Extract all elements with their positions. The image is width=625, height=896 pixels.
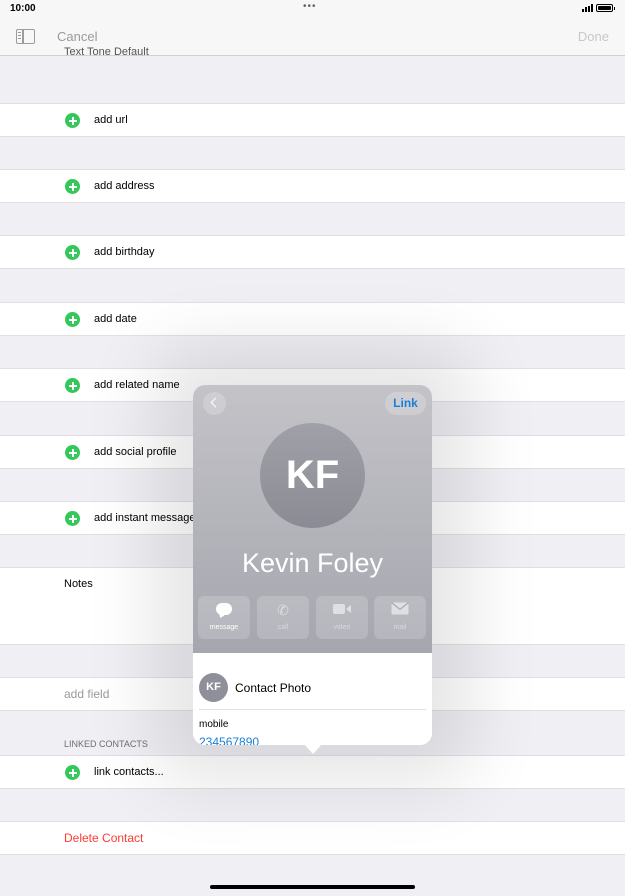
video-icon [316, 602, 368, 618]
mail-label: mail [393, 624, 407, 631]
add-instant-message-label: add instant message [94, 512, 196, 524]
mail-button[interactable]: mail [374, 596, 426, 639]
add-url-row[interactable]: add url [0, 103, 625, 137]
contact-card-popover: Link KF Kevin Foley message ✆ call video… [193, 385, 432, 745]
contact-photo-label: Contact Photo [235, 681, 312, 695]
add-related-name-label: add related name [94, 379, 180, 391]
delete-contact-button[interactable]: Delete Contact [64, 831, 143, 845]
home-indicator[interactable] [210, 885, 415, 889]
text-tone-row-partial[interactable]: Text Tone Default [64, 46, 149, 58]
link-contacts-label: link contacts... [94, 766, 164, 778]
add-address-label: add address [94, 180, 155, 192]
small-avatar: KF [199, 673, 228, 702]
message-icon [198, 602, 250, 618]
chevron-left-icon[interactable] [203, 392, 226, 415]
add-address-row[interactable]: add address [0, 169, 625, 203]
phone-icon: ✆ [277, 602, 289, 618]
add-social-profile-label: add social profile [94, 446, 177, 458]
delete-contact-row[interactable]: Delete Contact [0, 821, 625, 855]
notes-label: Notes [64, 578, 93, 590]
done-button[interactable]: Done [578, 29, 609, 44]
status-bar: 10:00 ••• [0, 0, 625, 18]
contact-photo-row[interactable]: KF Contact Photo [199, 672, 426, 710]
multitasking-dots[interactable]: ••• [303, 1, 317, 12]
status-indicators [582, 4, 615, 12]
contact-card-header: Link KF Kevin Foley message ✆ call video… [193, 385, 432, 653]
link-contacts-row[interactable]: link contacts... [0, 755, 625, 789]
add-field-label: add field [64, 687, 110, 701]
popover-arrow [304, 744, 322, 754]
add-icon[interactable] [65, 765, 80, 780]
add-icon[interactable] [65, 113, 80, 128]
phone-number-link[interactable]: 234567890 [199, 735, 259, 745]
contact-avatar: KF [260, 423, 365, 528]
video-label: video [333, 624, 351, 631]
battery-icon [596, 4, 615, 12]
mail-icon [374, 602, 426, 618]
message-button[interactable]: message [198, 596, 250, 639]
phone-type-label: mobile [199, 719, 229, 730]
contact-name: Kevin Foley [241, 548, 384, 578]
message-label: message [209, 624, 239, 631]
add-icon[interactable] [65, 445, 80, 460]
link-button[interactable]: Link [385, 392, 426, 415]
add-date-row[interactable]: add date [0, 302, 625, 336]
cancel-button[interactable]: Cancel [57, 29, 97, 44]
add-icon[interactable] [65, 179, 80, 194]
signal-icon [582, 4, 593, 12]
add-url-label: add url [94, 114, 128, 126]
add-icon[interactable] [65, 378, 80, 393]
call-label: call [277, 624, 289, 631]
add-date-label: add date [94, 313, 137, 325]
add-birthday-label: add birthday [94, 246, 155, 258]
video-button[interactable]: video [316, 596, 368, 639]
add-icon[interactable] [65, 511, 80, 526]
call-button[interactable]: ✆ call [257, 596, 309, 639]
add-icon[interactable] [65, 312, 80, 327]
linked-contacts-header: LINKED CONTACTS [64, 739, 148, 749]
sidebar-toggle-icon[interactable] [16, 29, 35, 44]
add-birthday-row[interactable]: add birthday [0, 235, 625, 269]
add-icon[interactable] [65, 245, 80, 260]
status-time: 10:00 [10, 3, 36, 14]
